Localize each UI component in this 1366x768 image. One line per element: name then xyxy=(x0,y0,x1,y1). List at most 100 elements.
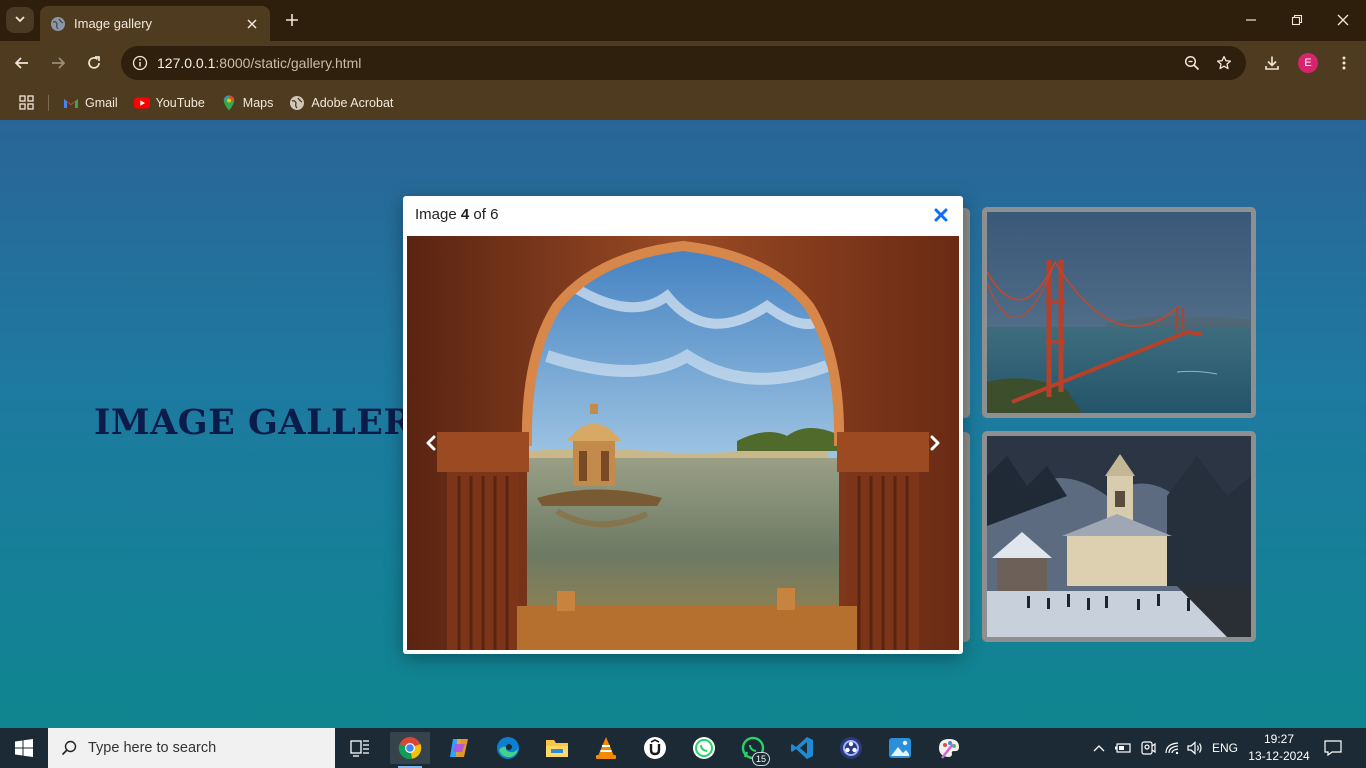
clock-date: 13-12-2024 xyxy=(1248,749,1310,763)
lightbox-close-button[interactable] xyxy=(931,205,951,225)
profile-avatar[interactable]: E xyxy=(1298,53,1318,73)
bookmarks-separator xyxy=(48,94,49,111)
apps-grid-icon[interactable] xyxy=(18,95,34,111)
start-button[interactable] xyxy=(0,728,48,768)
network-tray[interactable] xyxy=(1162,728,1182,768)
whatsapp-icon xyxy=(693,737,715,759)
task-view-icon xyxy=(350,740,369,757)
chevron-down-icon xyxy=(14,13,26,28)
taskbar-app-obs[interactable] xyxy=(831,732,871,764)
volume-tray[interactable] xyxy=(1185,728,1205,768)
taskbar-app-file-explorer[interactable] xyxy=(537,732,577,764)
site-info-icon[interactable] xyxy=(131,54,149,72)
search-icon xyxy=(60,739,78,757)
tab-search-button[interactable] xyxy=(6,7,34,33)
photos-icon xyxy=(889,738,911,758)
task-view-button[interactable] xyxy=(340,732,380,764)
download-icon xyxy=(1265,56,1279,70)
minimize-icon xyxy=(1246,19,1256,21)
bookmark-maps[interactable]: Maps xyxy=(221,95,273,111)
udemy-icon xyxy=(644,737,666,759)
window-close-button[interactable] xyxy=(1330,8,1356,32)
url-text: 127.0.0.1:8000/static/gallery.html xyxy=(157,55,1176,71)
chevron-left-icon xyxy=(426,435,436,451)
taskbar-app-udemy[interactable] xyxy=(635,732,675,764)
folder-icon xyxy=(546,740,568,757)
wifi-icon xyxy=(1165,742,1179,755)
browser-titlebar: Image gallery xyxy=(0,0,1366,41)
lightbox-next-button[interactable] xyxy=(923,431,947,455)
arrow-left-icon xyxy=(14,57,28,69)
reload-button[interactable] xyxy=(80,49,108,77)
bookmark-label: YouTube xyxy=(155,95,205,110)
browser-toolbar: 127.0.0.1:8000/static/gallery.html E xyxy=(0,41,1366,85)
search-placeholder: Type here to search xyxy=(88,740,217,756)
browser-tab[interactable]: Image gallery xyxy=(40,6,270,41)
url-host: 127.0.0.1 xyxy=(157,55,216,71)
taskbar-app-vscode[interactable] xyxy=(782,732,822,764)
thumbnail-snowy-church[interactable] xyxy=(982,431,1256,642)
thumbnail-golden-gate-bridge[interactable] xyxy=(982,207,1256,418)
lightbox-image xyxy=(407,236,959,650)
taskbar-clock[interactable]: 19:27 13-12-2024 xyxy=(1248,731,1310,765)
restore-button[interactable] xyxy=(1284,8,1310,32)
taskbar-app-whatsapp-business[interactable]: 15 xyxy=(733,732,773,766)
globe-icon xyxy=(50,16,66,32)
bookmark-label: Gmail xyxy=(85,95,118,110)
globe-icon xyxy=(289,95,305,111)
close-icon xyxy=(1337,14,1349,26)
taskbar-app-copilot[interactable] xyxy=(439,732,479,764)
youtube-icon xyxy=(133,95,150,111)
address-bar[interactable]: 127.0.0.1:8000/static/gallery.html xyxy=(121,46,1246,80)
taskbar-app-whatsapp[interactable] xyxy=(684,732,724,764)
caption-current: 4 xyxy=(460,206,470,223)
paint-icon xyxy=(939,739,959,759)
close-icon xyxy=(934,208,948,222)
gmail-icon xyxy=(63,95,79,111)
taskbar-app-vlc[interactable] xyxy=(586,732,626,764)
taskbar-search[interactable]: Type here to search xyxy=(48,728,335,768)
bookmark-adobe-acrobat[interactable]: Adobe Acrobat xyxy=(289,95,393,111)
battery-tray[interactable] xyxy=(1113,728,1133,768)
chrome-icon xyxy=(398,737,422,760)
lightbox-modal: Image 4 of 6 xyxy=(403,196,963,654)
zoom-icon[interactable] xyxy=(1176,49,1208,77)
url-path: :8000/static/gallery.html xyxy=(215,55,362,71)
page-title: IMAGE GALLERY xyxy=(94,402,438,443)
chevron-right-icon xyxy=(930,435,940,451)
caption-middle: of xyxy=(473,206,486,223)
battery-icon xyxy=(1115,743,1131,753)
chat-bubble-icon xyxy=(1324,740,1342,756)
maps-icon xyxy=(221,95,237,111)
taskbar-app-edge[interactable] xyxy=(488,732,528,764)
chevron-up-icon xyxy=(1093,745,1105,752)
plus-icon xyxy=(285,13,299,30)
edge-icon xyxy=(497,737,519,759)
copilot-icon xyxy=(450,739,468,757)
taskbar-app-photos[interactable] xyxy=(880,732,920,764)
notification-badge: 15 xyxy=(751,752,770,766)
downloads-button[interactable] xyxy=(1258,49,1286,77)
taskbar-app-chrome[interactable] xyxy=(390,732,430,768)
bookmark-youtube[interactable]: YouTube xyxy=(133,95,205,111)
bookmark-star-icon[interactable] xyxy=(1208,49,1240,77)
arrow-right-icon xyxy=(52,57,66,69)
language-indicator[interactable]: ENG xyxy=(1212,728,1238,768)
obs-icon xyxy=(840,737,862,759)
lightbox-prev-button[interactable] xyxy=(419,431,443,455)
new-tab-button[interactable] xyxy=(280,9,304,33)
more-vertical-icon xyxy=(1342,56,1346,70)
speaker-icon xyxy=(1187,741,1202,755)
minimize-button[interactable] xyxy=(1238,8,1264,32)
show-hidden-icons-button[interactable] xyxy=(1090,728,1108,768)
bookmark-gmail[interactable]: Gmail xyxy=(63,95,118,111)
caption-total: 6 xyxy=(490,206,499,223)
meet-now-tray[interactable] xyxy=(1138,728,1158,768)
notification-center-button[interactable] xyxy=(1320,728,1346,768)
close-tab-icon[interactable] xyxy=(244,16,260,32)
gallery-page: IMAGE GALLERY Image 4 of 6 xyxy=(0,120,1366,728)
back-button[interactable] xyxy=(8,49,36,77)
browser-menu-button[interactable] xyxy=(1330,49,1358,77)
forward-button[interactable] xyxy=(44,49,72,77)
taskbar-app-paint[interactable] xyxy=(929,732,969,764)
